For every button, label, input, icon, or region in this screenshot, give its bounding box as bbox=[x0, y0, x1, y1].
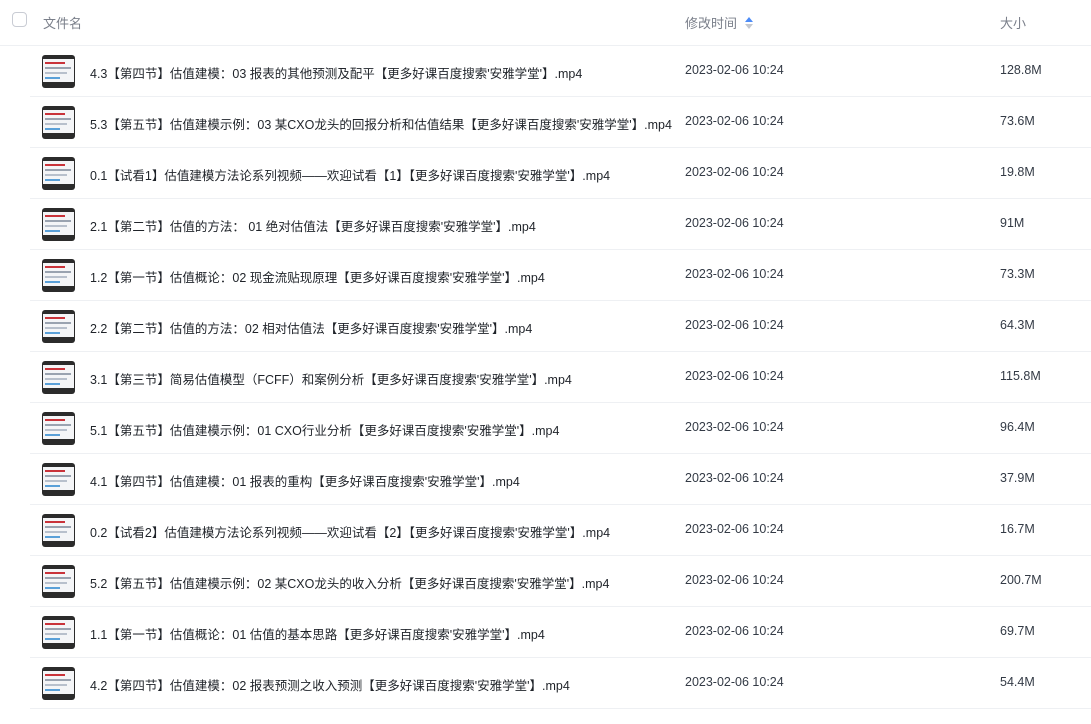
modified-time: 2023-02-06 10:24 bbox=[685, 675, 784, 689]
modified-time: 2023-02-06 10:24 bbox=[685, 522, 784, 536]
file-name[interactable]: 3.1【第三节】简易估值模型（FCFF）和案例分析【更多好课百度搜索'安雅学堂'… bbox=[90, 369, 572, 388]
column-header-name[interactable]: 文件名 bbox=[43, 13, 82, 32]
modified-time: 2023-02-06 10:24 bbox=[685, 267, 784, 281]
file-row[interactable]: 5.2【第五节】估值建模示例：02 某CXO龙头的收入分析【更多好课百度搜索'安… bbox=[30, 556, 1091, 607]
video-thumbnail-icon bbox=[42, 310, 75, 343]
column-header-size[interactable]: 大小 bbox=[1000, 13, 1026, 32]
file-row[interactable]: 1.1【第一节】估值概论：01 估值的基本思路【更多好课百度搜索'安雅学堂'】.… bbox=[30, 607, 1091, 658]
file-size: 16.7M bbox=[1000, 522, 1035, 536]
video-thumbnail-icon bbox=[42, 412, 75, 445]
file-name[interactable]: 2.2【第二节】估值的方法：02 相对估值法【更多好课百度搜索'安雅学堂'】.m… bbox=[90, 318, 532, 337]
file-name[interactable]: 1.2【第一节】估值概论：02 现金流贴现原理【更多好课百度搜索'安雅学堂'】.… bbox=[90, 267, 545, 286]
file-size: 96.4M bbox=[1000, 420, 1035, 434]
file-row[interactable]: 0.1【试看1】估值建模方法论系列视频——欢迎试看【1】【更多好课百度搜索'安雅… bbox=[30, 148, 1091, 199]
file-row[interactable]: 1.2【第一节】估值概论：02 现金流贴现原理【更多好课百度搜索'安雅学堂'】.… bbox=[30, 250, 1091, 301]
column-header-time[interactable]: 修改时间 bbox=[685, 13, 754, 32]
file-row[interactable]: 5.3【第五节】估值建模示例：03 某CXO龙头的回报分析和估值结果【更多好课百… bbox=[30, 97, 1091, 148]
file-row[interactable]: 2.2【第二节】估值的方法：02 相对估值法【更多好课百度搜索'安雅学堂'】.m… bbox=[30, 301, 1091, 352]
file-size: 64.3M bbox=[1000, 318, 1035, 332]
modified-time: 2023-02-06 10:24 bbox=[685, 369, 784, 383]
select-all-checkbox[interactable] bbox=[12, 12, 27, 27]
video-thumbnail-icon bbox=[42, 361, 75, 394]
modified-time: 2023-02-06 10:24 bbox=[685, 165, 784, 179]
modified-time: 2023-02-06 10:24 bbox=[685, 471, 784, 485]
video-thumbnail-icon bbox=[42, 565, 75, 598]
column-header-time-label: 修改时间 bbox=[685, 16, 738, 31]
file-name[interactable]: 5.3【第五节】估值建模示例：03 某CXO龙头的回报分析和估值结果【更多好课百… bbox=[90, 114, 672, 133]
video-thumbnail-icon bbox=[42, 463, 75, 496]
file-size: 73.6M bbox=[1000, 114, 1035, 128]
sort-arrows-icon[interactable] bbox=[745, 16, 754, 29]
video-thumbnail-icon bbox=[42, 514, 75, 547]
file-name[interactable]: 1.1【第一节】估值概论：01 估值的基本思路【更多好课百度搜索'安雅学堂'】.… bbox=[90, 624, 545, 643]
file-size: 91M bbox=[1000, 216, 1025, 230]
modified-time: 2023-02-06 10:24 bbox=[685, 114, 784, 128]
file-row[interactable]: 4.3【第四节】估值建模：03 报表的其他预测及配平【更多好课百度搜索'安雅学堂… bbox=[30, 46, 1091, 97]
file-name[interactable]: 0.2【试看2】估值建模方法论系列视频——欢迎试看【2】【更多好课百度搜索'安雅… bbox=[90, 522, 610, 541]
file-name[interactable]: 5.2【第五节】估值建模示例：02 某CXO龙头的收入分析【更多好课百度搜索'安… bbox=[90, 573, 609, 592]
modified-time: 2023-02-06 10:24 bbox=[685, 318, 784, 332]
file-size: 128.8M bbox=[1000, 63, 1042, 77]
file-size: 19.8M bbox=[1000, 165, 1035, 179]
file-row[interactable]: 4.1【第四节】估值建模：01 报表的重构【更多好课百度搜索'安雅学堂'】.mp… bbox=[30, 454, 1091, 505]
file-size: 54.4M bbox=[1000, 675, 1035, 689]
file-size: 73.3M bbox=[1000, 267, 1035, 281]
file-size: 115.8M bbox=[1000, 369, 1041, 383]
file-name[interactable]: 4.2【第四节】估值建模：02 报表预测之收入预测【更多好课百度搜索'安雅学堂'… bbox=[90, 675, 570, 694]
file-row[interactable]: 0.2【试看2】估值建模方法论系列视频——欢迎试看【2】【更多好课百度搜索'安雅… bbox=[30, 505, 1091, 556]
file-size: 69.7M bbox=[1000, 624, 1035, 638]
modified-time: 2023-02-06 10:24 bbox=[685, 63, 784, 77]
file-name[interactable]: 5.1【第五节】估值建模示例：01 CXO行业分析【更多好课百度搜索'安雅学堂'… bbox=[90, 420, 559, 439]
modified-time: 2023-02-06 10:24 bbox=[685, 624, 784, 638]
file-row[interactable]: 2.1【第二节】估值的方法： 01 绝对估值法【更多好课百度搜索'安雅学堂'】.… bbox=[30, 199, 1091, 250]
video-thumbnail-icon bbox=[42, 55, 75, 88]
video-thumbnail-icon bbox=[42, 616, 75, 649]
file-size: 200.7M bbox=[1000, 573, 1042, 587]
file-list-header: 文件名 修改时间 大小 bbox=[0, 0, 1091, 46]
video-thumbnail-icon bbox=[42, 259, 75, 292]
modified-time: 2023-02-06 10:24 bbox=[685, 573, 784, 587]
file-list: 4.3【第四节】估值建模：03 报表的其他预测及配平【更多好课百度搜索'安雅学堂… bbox=[0, 46, 1091, 709]
modified-time: 2023-02-06 10:24 bbox=[685, 216, 784, 230]
video-thumbnail-icon bbox=[42, 667, 75, 700]
video-thumbnail-icon bbox=[42, 106, 75, 139]
video-thumbnail-icon bbox=[42, 208, 75, 241]
file-size: 37.9M bbox=[1000, 471, 1035, 485]
file-row[interactable]: 4.2【第四节】估值建模：02 报表预测之收入预测【更多好课百度搜索'安雅学堂'… bbox=[30, 658, 1091, 709]
file-name[interactable]: 4.3【第四节】估值建模：03 报表的其他预测及配平【更多好课百度搜索'安雅学堂… bbox=[90, 63, 582, 82]
modified-time: 2023-02-06 10:24 bbox=[685, 420, 784, 434]
video-thumbnail-icon bbox=[42, 157, 75, 190]
file-row[interactable]: 3.1【第三节】简易估值模型（FCFF）和案例分析【更多好课百度搜索'安雅学堂'… bbox=[30, 352, 1091, 403]
file-name[interactable]: 4.1【第四节】估值建模：01 报表的重构【更多好课百度搜索'安雅学堂'】.mp… bbox=[90, 471, 520, 490]
file-row[interactable]: 5.1【第五节】估值建模示例：01 CXO行业分析【更多好课百度搜索'安雅学堂'… bbox=[30, 403, 1091, 454]
file-name[interactable]: 2.1【第二节】估值的方法： 01 绝对估值法【更多好课百度搜索'安雅学堂'】.… bbox=[90, 216, 536, 235]
file-name[interactable]: 0.1【试看1】估值建模方法论系列视频——欢迎试看【1】【更多好课百度搜索'安雅… bbox=[90, 165, 610, 184]
